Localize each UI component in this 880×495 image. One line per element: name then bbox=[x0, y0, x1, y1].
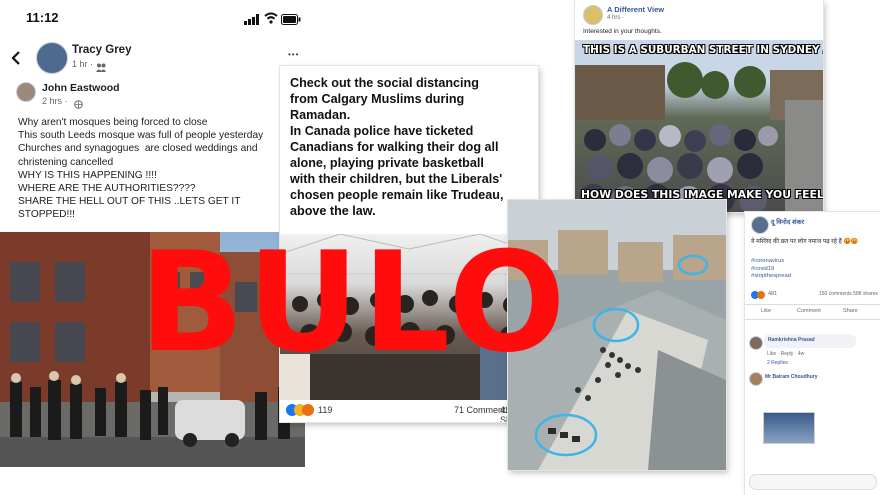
text-line: WHY IS THIS HAPPENING !!!! bbox=[18, 169, 157, 181]
shared-post-text: Why aren't mosques being forced to close… bbox=[18, 116, 263, 222]
meme-caption-top: THIS IS A SUBURBAN STREET IN SYDNEY AUST… bbox=[583, 44, 823, 56]
text-line: with their children, but the Liberals' bbox=[290, 172, 503, 186]
reactions-count[interactable]: 119 bbox=[318, 405, 332, 415]
phone-status-bar: 11:12 bbox=[0, 0, 305, 38]
commenter-avatar[interactable] bbox=[749, 372, 763, 386]
page-avatar[interactable] bbox=[583, 5, 603, 25]
signal-icon bbox=[244, 12, 260, 30]
text-line: Why aren't mosques being forced to close bbox=[18, 117, 208, 128]
hashtag-link[interactable]: #coronavirus bbox=[751, 258, 791, 266]
sydney-post: A Different View 4 hrs · Interested in y… bbox=[575, 0, 823, 212]
author-name[interactable]: दू विनोद शंकर bbox=[771, 217, 804, 226]
calgary-post-text: Check out the social distancing from Cal… bbox=[290, 75, 503, 219]
like-button[interactable]: Like bbox=[761, 308, 771, 314]
text-line: alone, playing private basketball bbox=[290, 156, 484, 170]
share-button[interactable]: Share bbox=[843, 308, 858, 314]
reactions-count[interactable]: 481 bbox=[768, 291, 777, 297]
text-line: from Calgary Muslims during bbox=[290, 92, 465, 106]
commenter-name[interactable]: Ramkrishna Prasad bbox=[768, 337, 815, 343]
shared-author-avatar[interactable] bbox=[16, 82, 36, 102]
text-line: above the law. bbox=[290, 204, 376, 218]
post-author[interactable]: Tracy Grey bbox=[72, 44, 131, 56]
reaction-summary: 481 150 comments 588 shares bbox=[751, 290, 878, 302]
text-line: Ramadan. bbox=[290, 108, 351, 122]
wifi-icon bbox=[264, 11, 278, 29]
shared-post-card: John Eastwood 2 hrs · Why aren't mosques… bbox=[8, 78, 308, 238]
text-line: Canadians for walking their dog all bbox=[290, 140, 499, 154]
author-avatar[interactable] bbox=[751, 216, 769, 234]
comment-actions[interactable]: Like · Reply · 4w bbox=[767, 351, 804, 357]
text-line: STOPPED!!! bbox=[18, 209, 75, 221]
hoax-stamp-text: BULO bbox=[139, 222, 569, 383]
reaction-bar: 119 71 Comments 421 Shares bbox=[280, 400, 538, 422]
more-options-button[interactable]: ••• bbox=[288, 50, 299, 59]
globe-icon bbox=[74, 96, 83, 114]
comment-input-bar[interactable] bbox=[749, 474, 877, 490]
hashtag-list: #coronavirus #covid19 #stopthespread bbox=[751, 258, 791, 281]
back-arrow-icon[interactable] bbox=[10, 50, 22, 71]
facebook-post: Tracy Grey 1 hr · ••• John Eastwood 2 hr… bbox=[0, 38, 305, 238]
post-meta: 4 hrs · bbox=[607, 15, 625, 21]
page-name[interactable]: A Different View bbox=[607, 5, 664, 14]
text-line: WHERE ARE THE AUTHORITIES???? bbox=[18, 183, 196, 195]
post-meta: 1 hr · bbox=[72, 59, 94, 69]
hashtag-link[interactable]: #stopthespread bbox=[751, 273, 791, 281]
battery-icon bbox=[281, 12, 301, 30]
post-text: ये मस्जिद की छत पर लोग नमाज पढ़ रहे हैं … bbox=[751, 239, 859, 245]
hashtag-link[interactable]: #covid19 bbox=[751, 266, 791, 274]
text-line: christening cancelled bbox=[18, 156, 114, 168]
commenter-avatar[interactable] bbox=[749, 336, 763, 350]
angry-reaction-icon bbox=[757, 291, 765, 299]
text-line: In Canada police have ticketed bbox=[290, 124, 474, 138]
comment-button[interactable]: Comment bbox=[797, 308, 821, 314]
hindi-post: दू विनोद शंकर ये मस्जिद की छत पर लोग नमा… bbox=[745, 212, 880, 495]
comment-share-summary[interactable]: 150 comments 588 shares bbox=[819, 291, 878, 297]
shared-thumbnail bbox=[763, 412, 815, 444]
view-replies-link[interactable]: 2 Replies bbox=[767, 360, 788, 366]
text-line: SHARE THE HELL OUT OF THIS ..LETS GET IT bbox=[18, 196, 241, 208]
text-line: Check out the social distancing bbox=[290, 76, 479, 90]
post-text: Interested in your thoughts. bbox=[583, 28, 662, 35]
text-line: Churches and synagogues are closed weddi… bbox=[18, 143, 258, 155]
clock: 11:12 bbox=[26, 10, 59, 25]
street-prayer-photo: THIS IS A SUBURBAN STREET IN SYDNEY AUST… bbox=[575, 40, 823, 212]
commenter-name[interactable]: Mr Balram Choudhury bbox=[765, 374, 818, 380]
text-line: chosen people remain like Trudeau, bbox=[290, 188, 504, 202]
avatar[interactable] bbox=[36, 42, 68, 74]
friends-icon bbox=[96, 59, 106, 77]
shared-post-meta: 2 hrs · bbox=[42, 96, 68, 106]
text-line: This south Leeds mosque was full of peop… bbox=[18, 130, 264, 142]
comment-bubble: Ramkrishna Prasad bbox=[764, 334, 856, 348]
angry-reaction-icon bbox=[302, 404, 314, 416]
action-bar: Like Comment Share bbox=[745, 304, 880, 320]
shared-author-name[interactable]: John Eastwood bbox=[42, 82, 120, 94]
